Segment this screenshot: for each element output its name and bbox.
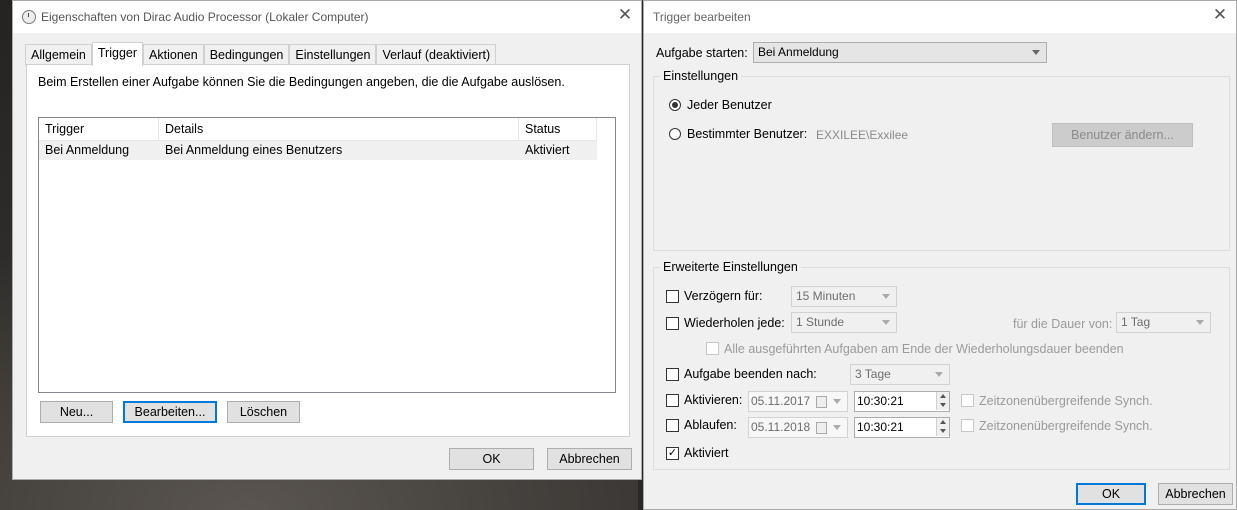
cell-details: Bei Anmeldung eines Benutzers (165, 143, 343, 157)
duration-dropdown[interactable]: 1 Tag (1116, 312, 1211, 333)
close-icon[interactable]: ✕ (1212, 6, 1228, 24)
expire-date-picker[interactable]: 05.11.2018 (748, 417, 848, 438)
dialog-title-bar: Trigger bearbeiten ✕ (644, 1, 1236, 33)
stop-all-checkbox[interactable] (706, 342, 719, 355)
title-bar: Eigenschaften von Dirac Audio Processor … (13, 1, 641, 33)
dialog-cancel-button[interactable]: Abbrechen (1158, 483, 1233, 505)
expire-sync-checkbox[interactable] (961, 419, 974, 432)
delay-value: 15 Minuten (796, 289, 856, 303)
spin-up-icon[interactable] (936, 418, 949, 427)
activate-sync-label: Zeitzonenübergreifende Synch. (979, 394, 1153, 408)
chevron-down-icon (1196, 320, 1204, 325)
delay-label[interactable]: Verzögern für: (684, 289, 763, 303)
chevron-down-icon (935, 372, 943, 377)
enabled-checkbox[interactable]: ✓ (666, 447, 679, 460)
start-task-value: Bei Anmeldung (758, 45, 839, 59)
close-icon[interactable]: ✕ (617, 6, 633, 24)
spin-up-icon[interactable] (936, 392, 949, 401)
activate-time-spinner[interactable]: 10:30:21 (854, 391, 950, 412)
enabled-label[interactable]: Aktiviert (684, 446, 728, 460)
repeat-value: 1 Stunde (796, 315, 845, 329)
stop-after-checkbox[interactable] (666, 368, 679, 381)
tab-history[interactable]: Verlauf (deaktiviert) (376, 44, 497, 66)
delay-checkbox[interactable] (666, 290, 679, 303)
stop-after-dropdown[interactable]: 3 Tage (850, 364, 950, 385)
delay-dropdown[interactable]: 15 Minuten (791, 286, 897, 307)
tab-trigger[interactable]: Trigger (91, 42, 144, 66)
spin-down-icon[interactable] (936, 401, 949, 410)
chevron-down-icon (882, 294, 890, 299)
tab-strip: Allgemein Trigger Aktionen Bedingungen E… (25, 42, 497, 66)
activate-sync-checkbox[interactable] (961, 394, 974, 407)
edit-trigger-dialog: Trigger bearbeiten ✕ Aufgabe starten: Be… (643, 0, 1237, 510)
cancel-button[interactable]: Abbrechen (547, 448, 632, 470)
advanced-settings-title: Erweiterte Einstellungen (660, 260, 801, 274)
calendar-icon (816, 396, 827, 408)
start-task-dropdown[interactable]: Bei Anmeldung (753, 42, 1047, 63)
activate-label[interactable]: Aktivieren: (684, 393, 742, 407)
expire-label[interactable]: Ablaufen: (684, 418, 737, 432)
tab-settings[interactable]: Einstellungen (289, 44, 377, 66)
spin-down-icon[interactable] (936, 427, 949, 436)
delete-button[interactable]: Löschen (227, 401, 300, 423)
column-header-trigger[interactable]: Trigger (39, 118, 159, 140)
specific-user-value: EXXILEE\Exxilee (816, 128, 909, 142)
calendar-icon (816, 422, 827, 434)
any-user-label[interactable]: Jeder Benutzer (687, 98, 772, 112)
repeat-label[interactable]: Wiederholen jede: (684, 316, 785, 330)
activate-date-picker[interactable]: 05.11.2017 (748, 391, 848, 412)
window-title: Eigenschaften von Dirac Audio Processor … (41, 10, 369, 24)
cell-status: Aktiviert (525, 143, 570, 157)
column-header-status[interactable]: Status (519, 118, 597, 140)
specific-user-radio[interactable] (669, 128, 681, 140)
activate-time-value: 10:30:21 (857, 394, 904, 408)
trigger-description: Beim Erstellen einer Aufgabe können Sie … (38, 75, 565, 89)
expire-checkbox[interactable] (666, 419, 679, 432)
repeat-checkbox[interactable] (666, 317, 679, 330)
cell-trigger: Bei Anmeldung (45, 143, 130, 157)
new-button[interactable]: Neu... (40, 401, 113, 423)
dialog-title: Trigger bearbeiten (653, 10, 751, 24)
tab-conditions[interactable]: Bedingungen (203, 44, 290, 66)
stop-after-value: 3 Tage (855, 367, 891, 381)
tab-actions[interactable]: Aktionen (143, 44, 204, 66)
ok-button[interactable]: OK (449, 448, 534, 470)
change-user-button[interactable]: Benutzer ändern... (1052, 123, 1193, 147)
expire-time-spinner[interactable]: 10:30:21 (854, 417, 950, 438)
chevron-down-icon (1032, 50, 1040, 55)
activate-date-value: 05.11.2017 (751, 394, 811, 408)
chevron-down-icon (833, 399, 841, 404)
expire-sync-label: Zeitzonenübergreifende Synch. (979, 419, 1153, 433)
list-header: Trigger Details Status (39, 118, 597, 141)
settings-group-title: Einstellungen (660, 69, 742, 83)
trigger-list[interactable]: Trigger Details Status Bei Anmeldung Bei… (38, 117, 616, 393)
chevron-down-icon (833, 425, 841, 430)
expire-time-value: 10:30:21 (857, 420, 904, 434)
table-row[interactable]: Bei Anmeldung Bei Anmeldung eines Benutz… (39, 141, 597, 160)
repeat-dropdown[interactable]: 1 Stunde (791, 312, 897, 333)
tab-general[interactable]: Allgemein (25, 44, 92, 66)
trigger-tab-panel: Beim Erstellen einer Aufgabe können Sie … (26, 64, 630, 437)
activate-checkbox[interactable] (666, 394, 679, 407)
task-properties-window: Eigenschaften von Dirac Audio Processor … (12, 0, 642, 480)
start-task-label: Aufgabe starten: (656, 46, 748, 60)
column-header-details[interactable]: Details (159, 118, 519, 140)
duration-value: 1 Tag (1121, 315, 1151, 329)
chevron-down-icon (882, 320, 890, 325)
any-user-radio[interactable] (669, 99, 681, 111)
duration-label: für die Dauer von: (1013, 317, 1113, 331)
specific-user-label[interactable]: Bestimmter Benutzer: (687, 127, 807, 141)
stop-all-label: Alle ausgeführten Aufgaben am Ende der W… (724, 342, 1124, 356)
expire-date-value: 05.11.2018 (751, 420, 811, 434)
dialog-ok-button[interactable]: OK (1076, 483, 1146, 505)
edit-button[interactable]: Bearbeiten... (123, 401, 217, 423)
clock-icon (22, 10, 36, 24)
stop-after-label[interactable]: Aufgabe beenden nach: (684, 367, 817, 381)
